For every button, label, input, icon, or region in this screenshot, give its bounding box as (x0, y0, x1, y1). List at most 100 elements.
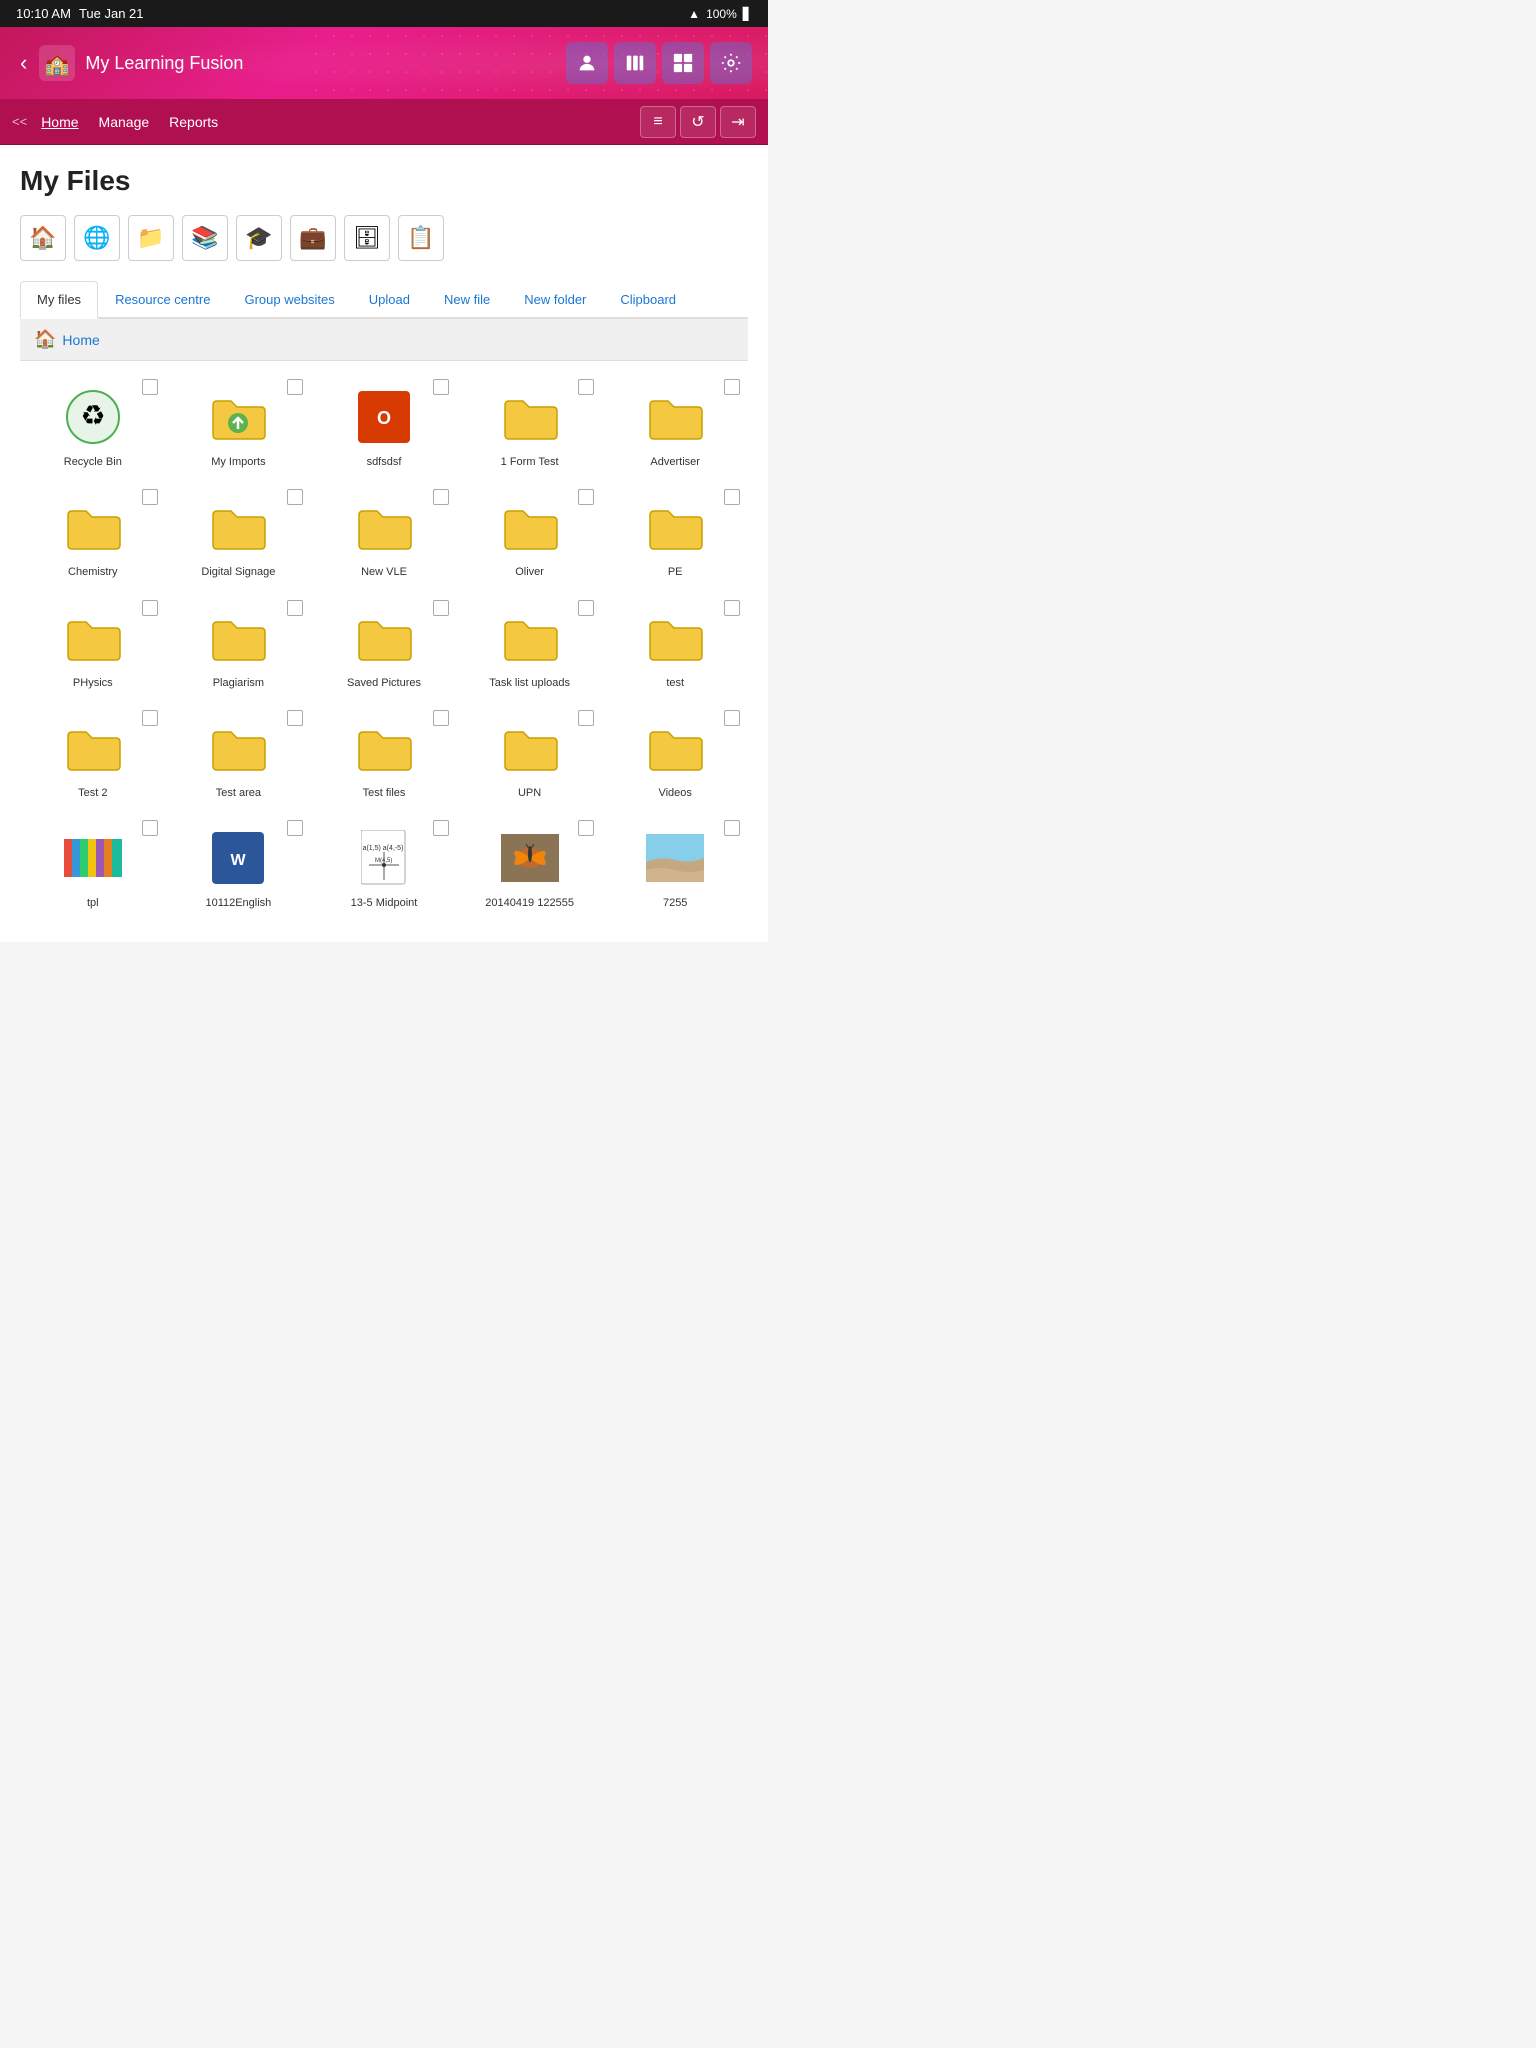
file-checkbox[interactable] (433, 489, 449, 505)
nav-home[interactable]: Home (41, 112, 78, 132)
file-checkbox[interactable] (724, 710, 740, 726)
file-item-7255[interactable]: 7255 (602, 812, 748, 922)
file-checkbox[interactable] (578, 820, 594, 836)
refresh-button[interactable]: ↺ (680, 106, 716, 138)
file-item-test2[interactable]: Test 2 (20, 702, 166, 812)
file-checkbox[interactable] (578, 379, 594, 395)
file-item-saved-pictures[interactable]: Saved Pictures (311, 592, 457, 702)
toolbar-archive-icon[interactable]: 🗄 (344, 215, 390, 261)
breadcrumb-bar[interactable]: 🏠 Home (20, 319, 748, 361)
logout-button[interactable]: ⇥ (720, 106, 756, 138)
file-item-13-5-midpoint[interactable]: a(1,5) a(4,-5) M(4,5) 13-5 Midpoint (311, 812, 457, 922)
tab-upload[interactable]: Upload (352, 281, 427, 317)
file-checkbox[interactable] (433, 820, 449, 836)
toolbar-briefcase-icon[interactable]: 💼 (290, 215, 336, 261)
file-checkbox[interactable] (142, 600, 158, 616)
tab-clipboard[interactable]: Clipboard (603, 281, 693, 317)
file-item-pe[interactable]: PE (602, 481, 748, 591)
toolbar-home-icon[interactable]: 🏠 (20, 215, 66, 261)
file-checkbox[interactable] (142, 820, 158, 836)
file-item-20140419[interactable]: 20140419 122555 (457, 812, 603, 922)
file-item-test-files[interactable]: Test files (311, 702, 457, 812)
tab-my-files[interactable]: My files (20, 281, 98, 319)
word-icon: W (208, 828, 268, 888)
file-item-1-form-test[interactable]: 1 Form Test (457, 371, 603, 481)
toolbar-clipboard-icon[interactable]: 📋 (398, 215, 444, 261)
icon-toolbar: 🏠 🌐 📁 📚 🎓 💼 🗄 📋 (20, 215, 748, 261)
file-checkbox[interactable] (142, 489, 158, 505)
file-item-advertiser[interactable]: Advertiser (602, 371, 748, 481)
svg-text:♻: ♻ (80, 400, 105, 431)
folder-icon (500, 608, 560, 668)
books-icon-btn[interactable] (614, 42, 656, 84)
file-checkbox[interactable] (287, 379, 303, 395)
file-checkbox[interactable] (724, 820, 740, 836)
file-item-chemistry[interactable]: Chemistry (20, 481, 166, 591)
file-label: Videos (658, 786, 691, 800)
tabs: My files Resource centre Group websites … (20, 281, 748, 319)
folder-icon (208, 497, 268, 557)
toolbar-globe-icon[interactable]: 🌐 (74, 215, 120, 261)
file-checkbox[interactable] (433, 710, 449, 726)
tab-group-websites[interactable]: Group websites (227, 281, 351, 317)
settings-icon-btn[interactable] (710, 42, 752, 84)
file-checkbox[interactable] (724, 489, 740, 505)
file-checkbox[interactable] (724, 379, 740, 395)
page-title: My Files (20, 165, 748, 197)
file-item-recycle-bin[interactable]: ♻ Recycle Bin (20, 371, 166, 481)
file-checkbox[interactable] (578, 600, 594, 616)
file-item-test-area[interactable]: Test area (166, 702, 312, 812)
file-item-plagiarism[interactable]: Plagiarism (166, 592, 312, 702)
file-checkbox[interactable] (578, 489, 594, 505)
file-label: Test area (216, 786, 261, 800)
back-button[interactable]: ‹ (20, 50, 27, 76)
person-icon-btn[interactable] (566, 42, 608, 84)
file-item-sdfsdsf[interactable]: O sdfsdsf (311, 371, 457, 481)
tab-new-folder[interactable]: New folder (507, 281, 603, 317)
diagram-icon-btn[interactable] (662, 42, 704, 84)
file-item-physics[interactable]: PHysics (20, 592, 166, 702)
wifi-icon: ▲ (688, 7, 700, 21)
file-checkbox[interactable] (142, 710, 158, 726)
toolbar-books-icon[interactable]: 📚 (182, 215, 228, 261)
file-checkbox[interactable] (287, 600, 303, 616)
nav-back-arrows[interactable]: << (12, 114, 27, 129)
header-icons (566, 42, 752, 84)
file-item-videos[interactable]: Videos (602, 702, 748, 812)
file-item-digital-signage[interactable]: Digital Signage (166, 481, 312, 591)
menu-button[interactable]: ≡ (640, 106, 676, 138)
breadcrumb-home-icon: 🏠 (34, 329, 56, 350)
toolbar-folder-icon[interactable]: 📁 (128, 215, 174, 261)
file-checkbox[interactable] (578, 710, 594, 726)
file-item-oliver[interactable]: Oliver (457, 481, 603, 591)
file-item-10112english[interactable]: W 10112English (166, 812, 312, 922)
file-label: UPN (518, 786, 541, 800)
status-day: Tue Jan 21 (79, 6, 144, 21)
file-grid: ♻ Recycle Bin My Imports (20, 371, 748, 922)
nav-reports[interactable]: Reports (169, 112, 218, 132)
file-checkbox[interactable] (433, 600, 449, 616)
file-item-upn[interactable]: UPN (457, 702, 603, 812)
file-checkbox[interactable] (724, 600, 740, 616)
file-checkbox[interactable] (287, 710, 303, 726)
office-icon: O (354, 387, 414, 447)
file-item-task-list-uploads[interactable]: Task list uploads (457, 592, 603, 702)
tab-resource-centre[interactable]: Resource centre (98, 281, 227, 317)
nav-actions: ≡ ↺ ⇥ (640, 106, 756, 138)
folder-icon (354, 608, 414, 668)
tab-new-file[interactable]: New file (427, 281, 507, 317)
toolbar-grad-icon[interactable]: 🎓 (236, 215, 282, 261)
file-item-test[interactable]: test (602, 592, 748, 702)
file-item-tpl[interactable]: tpl (20, 812, 166, 922)
file-label: New VLE (361, 565, 407, 579)
file-label: My Imports (211, 455, 265, 469)
file-checkbox[interactable] (287, 820, 303, 836)
file-label: 13-5 Midpoint (351, 896, 418, 910)
file-item-my-imports[interactable]: My Imports (166, 371, 312, 481)
file-checkbox[interactable] (287, 489, 303, 505)
file-checkbox[interactable] (433, 379, 449, 395)
nav-manage[interactable]: Manage (99, 112, 150, 132)
file-item-new-vle[interactable]: New VLE (311, 481, 457, 591)
file-label: Advertiser (650, 455, 700, 469)
file-checkbox[interactable] (142, 379, 158, 395)
